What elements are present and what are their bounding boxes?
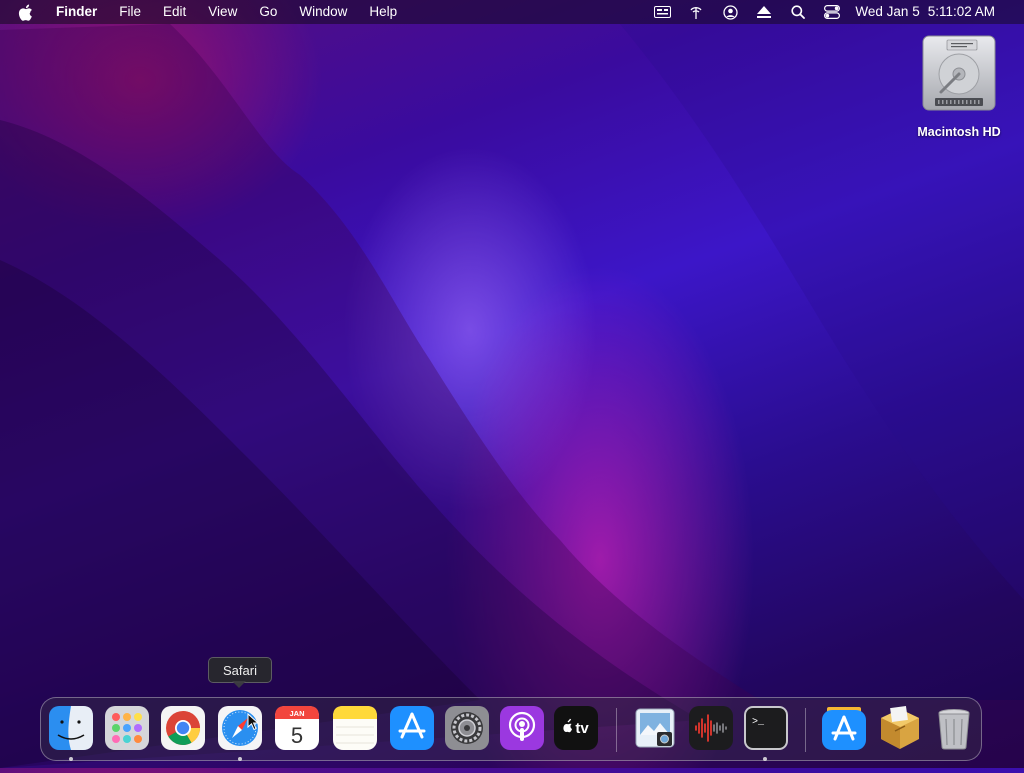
- dock-separator: [805, 708, 806, 752]
- trash-icon: [938, 709, 970, 750]
- desktop-item-macintosh-hd[interactable]: Macintosh HD: [906, 34, 1012, 139]
- user-icon[interactable]: [713, 0, 747, 24]
- eject-icon[interactable]: [747, 0, 781, 24]
- menu-edit[interactable]: Edit: [152, 0, 197, 24]
- running-indicator: [238, 757, 242, 761]
- system-preferences-icon: [445, 706, 489, 750]
- installer-package-icon: [881, 705, 919, 749]
- dock-app-calendar[interactable]: JAN 5: [274, 705, 320, 751]
- notes-icon: [333, 706, 377, 750]
- menu-view[interactable]: View: [197, 0, 248, 24]
- dock-separator: [616, 708, 617, 752]
- apple-menu-icon[interactable]: [0, 0, 45, 24]
- dock-app-finder[interactable]: [48, 705, 94, 751]
- app-store-downloads-icon: [822, 707, 866, 750]
- dock-tooltip: Safari: [208, 657, 272, 683]
- dock: JAN 5 tv >_: [40, 697, 982, 761]
- menu-window[interactable]: Window: [288, 0, 358, 24]
- voice-memos-icon: [689, 706, 733, 750]
- dock-app-podcasts[interactable]: [499, 705, 545, 751]
- calendar-icon: JAN 5: [275, 706, 319, 750]
- dock-app-notes[interactable]: [332, 705, 378, 751]
- running-indicator: [69, 757, 73, 761]
- podcasts-icon: [500, 706, 544, 750]
- mouse-cursor-icon: [247, 712, 260, 736]
- menu-clock[interactable]: Wed Jan 5 5:11:02 AM: [849, 0, 1006, 24]
- dock-app-app-store-downloads[interactable]: [821, 705, 867, 751]
- apple-tv-icon: tv: [554, 706, 598, 750]
- dock-app-app-store[interactable]: [389, 705, 435, 751]
- menu-app-name[interactable]: Finder: [45, 0, 108, 24]
- dock-app-chrome[interactable]: [160, 705, 206, 751]
- dock-app-voice-memos[interactable]: [688, 705, 734, 751]
- app-store-icon: [390, 706, 434, 750]
- preview-icon: [635, 708, 675, 748]
- finder-icon: [49, 706, 93, 750]
- calendar-day: 5: [291, 723, 303, 748]
- dock-app-apple-tv[interactable]: tv: [553, 705, 599, 751]
- spotlight-search-icon[interactable]: [781, 0, 815, 24]
- dock-app-trash[interactable]: [931, 705, 977, 751]
- chrome-icon: [161, 706, 205, 750]
- display-icon[interactable]: [645, 0, 679, 24]
- dock-app-terminal[interactable]: >_: [743, 705, 789, 751]
- terminal-icon: >_: [744, 706, 788, 750]
- desktop-wallpaper: [0, 0, 1024, 768]
- dock-app-system-preferences[interactable]: [444, 705, 490, 751]
- clock-date: Wed Jan 5: [855, 4, 920, 19]
- menu-go[interactable]: Go: [248, 0, 288, 24]
- running-indicator: [763, 757, 767, 761]
- apple-tv-label: tv: [575, 720, 589, 737]
- dock-app-launchpad[interactable]: [104, 705, 150, 751]
- control-center-icon[interactable]: [815, 0, 849, 24]
- dock-app-preview[interactable]: [632, 705, 678, 751]
- menu-help[interactable]: Help: [358, 0, 408, 24]
- svg-text:>_: >_: [752, 717, 765, 728]
- menu-bar: Finder File Edit View Go Window Help Wed…: [0, 0, 1024, 24]
- clock-time: 5:11:02 AM: [927, 4, 995, 19]
- launchpad-icon: [105, 706, 149, 750]
- desktop-item-label: Macintosh HD: [917, 125, 1001, 139]
- menu-file[interactable]: File: [108, 0, 152, 24]
- dock-app-installer[interactable]: [877, 705, 923, 751]
- hard-drive-icon: [921, 34, 997, 117]
- dock-tooltip-arrow: [232, 681, 246, 688]
- wifi-icon[interactable]: [679, 0, 713, 24]
- calendar-month: JAN: [289, 709, 304, 718]
